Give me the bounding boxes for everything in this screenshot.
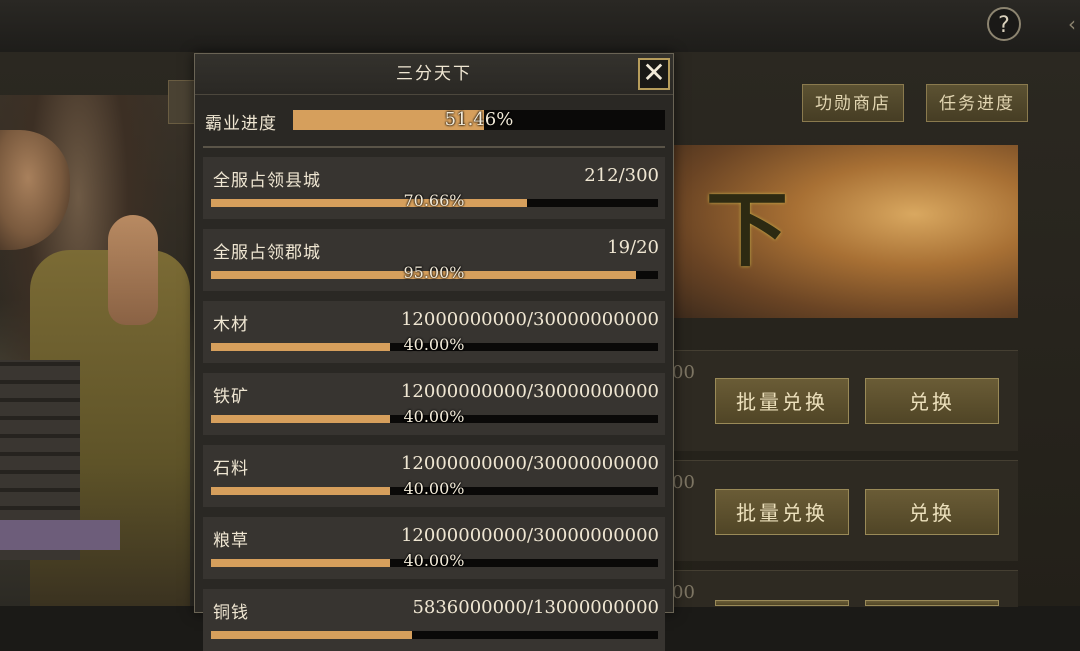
row-partial-value: 00 bbox=[672, 582, 695, 603]
progress-card: 石料 12000000000/30000000000 40.00% bbox=[203, 445, 665, 507]
progress-card: 木材 12000000000/30000000000 40.00% bbox=[203, 301, 665, 363]
card-percent: 70.66% bbox=[403, 191, 465, 210]
close-icon: ✕ bbox=[642, 56, 666, 89]
progress-dialog: 三分天下 ✕ 霸业进度 51.46% 全服占领县城 212/300 70.66%… bbox=[194, 53, 674, 651]
divider bbox=[203, 146, 665, 148]
progress-card: 铁矿 12000000000/30000000000 40.00% bbox=[203, 373, 665, 435]
card-value: 212/300 bbox=[584, 165, 659, 186]
progress-card: 全服占领郡城 19/20 95.00% bbox=[203, 229, 665, 291]
task-progress-button[interactable]: 任务进度 bbox=[926, 84, 1028, 122]
overall-progress-bar: 51.46% bbox=[293, 110, 665, 130]
card-label: 木材 bbox=[213, 315, 249, 335]
overall-progress-percent: 51.46% bbox=[444, 109, 514, 130]
chevron-left-icon[interactable]: ‹ bbox=[1068, 12, 1076, 36]
dialog-title: 三分天下 bbox=[396, 64, 472, 84]
progress-card: 全服占领县城 212/300 70.66% bbox=[203, 157, 665, 219]
card-percent: 40.00% bbox=[403, 335, 465, 354]
close-button[interactable]: ✕ bbox=[638, 58, 670, 90]
card-value: 5836000000/13000000000 bbox=[412, 597, 659, 618]
banner-title-char: 下 bbox=[706, 182, 789, 278]
card-progress-fill bbox=[211, 631, 412, 639]
general-hand bbox=[108, 215, 158, 325]
card-label: 铁矿 bbox=[213, 387, 249, 407]
overall-progress-label: 霸业进度 bbox=[205, 114, 277, 134]
card-label: 全服占领县城 bbox=[213, 171, 321, 191]
card-percent: 40.00% bbox=[403, 407, 465, 426]
card-percent: 40.00% bbox=[403, 479, 465, 498]
card-value: 12000000000/30000000000 bbox=[400, 381, 659, 402]
card-label: 石料 bbox=[213, 459, 249, 479]
batch-exchange-button[interactable]: 批量兑换 bbox=[715, 378, 849, 424]
card-progress-bar bbox=[211, 631, 658, 639]
card-label: 粮草 bbox=[213, 531, 249, 551]
card-value: 12000000000/30000000000 bbox=[400, 309, 659, 330]
progress-card: 铜钱 5836000000/13000000000 bbox=[203, 589, 665, 651]
help-button[interactable]: ? bbox=[987, 7, 1021, 41]
card-label: 铜钱 bbox=[213, 603, 249, 623]
batch-exchange-button[interactable] bbox=[715, 600, 849, 606]
top-bar bbox=[0, 0, 1080, 53]
card-percent: 95.00% bbox=[403, 263, 465, 282]
card-percent: 40.00% bbox=[403, 551, 465, 570]
general-belt bbox=[0, 520, 120, 550]
exchange-button[interactable]: 兑换 bbox=[865, 489, 999, 535]
exchange-button[interactable]: 兑换 bbox=[865, 378, 999, 424]
card-value: 12000000000/30000000000 bbox=[400, 525, 659, 546]
card-value: 12000000000/30000000000 bbox=[400, 453, 659, 474]
row-partial-value: 00 bbox=[672, 362, 695, 383]
merit-shop-button[interactable]: 功勋商店 bbox=[802, 84, 904, 122]
progress-card: 粮草 12000000000/30000000000 40.00% bbox=[203, 517, 665, 579]
card-value: 19/20 bbox=[607, 237, 659, 258]
batch-exchange-button[interactable]: 批量兑换 bbox=[715, 489, 849, 535]
row-partial-value: 00 bbox=[672, 472, 695, 493]
card-label: 全服占领郡城 bbox=[213, 243, 321, 263]
exchange-button[interactable] bbox=[865, 600, 999, 606]
